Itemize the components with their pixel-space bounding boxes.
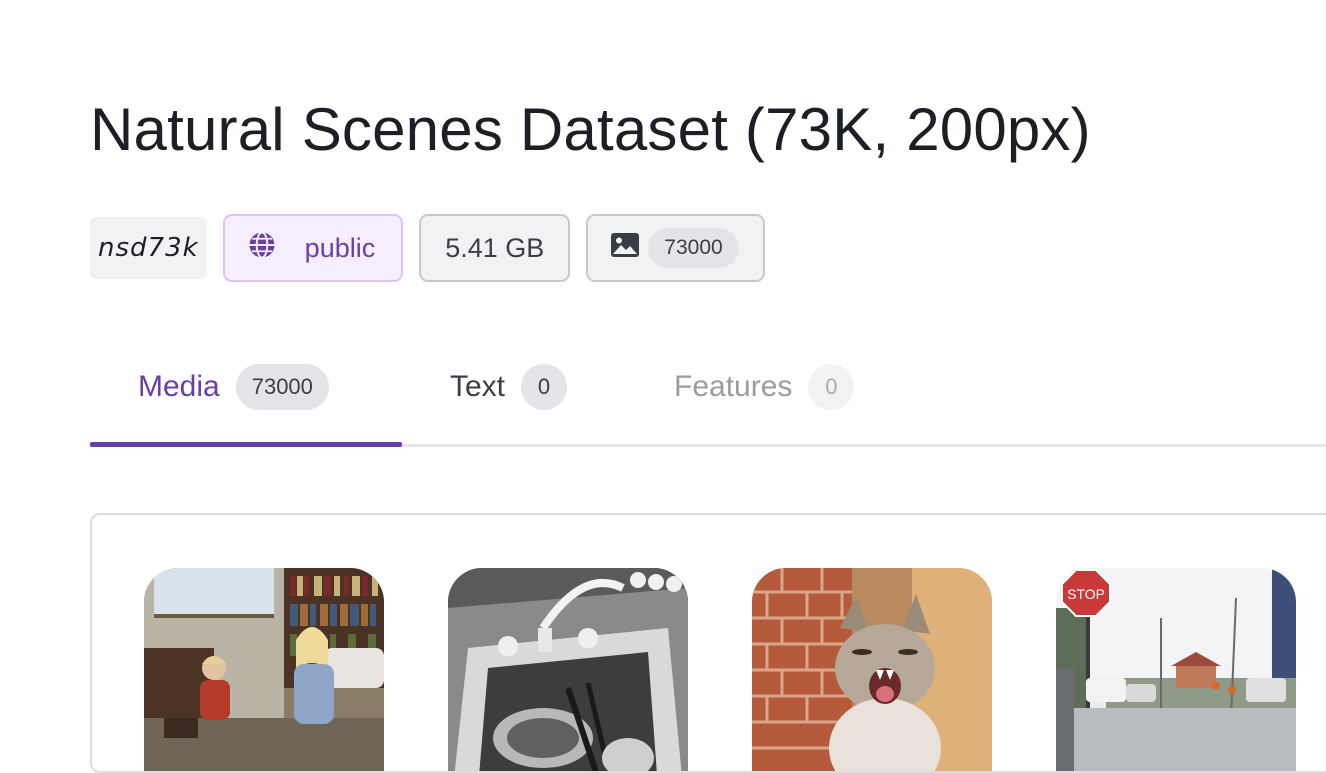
thumb-children-room[interactable] <box>144 568 384 771</box>
tab-text-count: 0 <box>521 364 568 410</box>
globe-icon <box>247 230 277 267</box>
thumb-kitchen-sink[interactable] <box>448 568 688 771</box>
active-tab-indicator <box>90 442 402 447</box>
tab-media[interactable]: Media 73000 <box>138 362 329 412</box>
image-icon <box>610 232 640 265</box>
content-tabs: Media 73000 Text 0 Features 0 <box>90 362 1326 450</box>
tab-features-count: 0 <box>808 364 855 410</box>
tab-features-label: Features <box>674 370 793 403</box>
tab-media-count: 73000 <box>235 364 329 410</box>
tab-text[interactable]: Text 0 <box>450 362 568 412</box>
dataset-badges: nsd73k public 5.41 GB 73000 <box>90 214 765 282</box>
tab-features[interactable]: Features 0 <box>674 362 855 412</box>
media-grid: STOP <box>90 513 1326 773</box>
tab-media-label: Media <box>138 370 220 403</box>
visibility-badge[interactable]: public <box>222 214 404 282</box>
tab-text-label: Text <box>450 370 506 403</box>
visibility-label: public <box>304 232 376 263</box>
stop-sign-text: STOP <box>1067 586 1105 602</box>
image-count-value: 73000 <box>648 228 739 268</box>
dataset-size-badge: 5.41 GB <box>419 214 571 282</box>
thumb-street-stop-sign[interactable]: STOP <box>1056 568 1296 771</box>
page-title: Natural Scenes Dataset (73K, 200px) <box>90 96 1091 163</box>
image-count-badge: 73000 <box>586 214 765 282</box>
dataset-slug-badge: nsd73k <box>90 217 207 279</box>
thumb-yawning-cat[interactable] <box>752 568 992 771</box>
